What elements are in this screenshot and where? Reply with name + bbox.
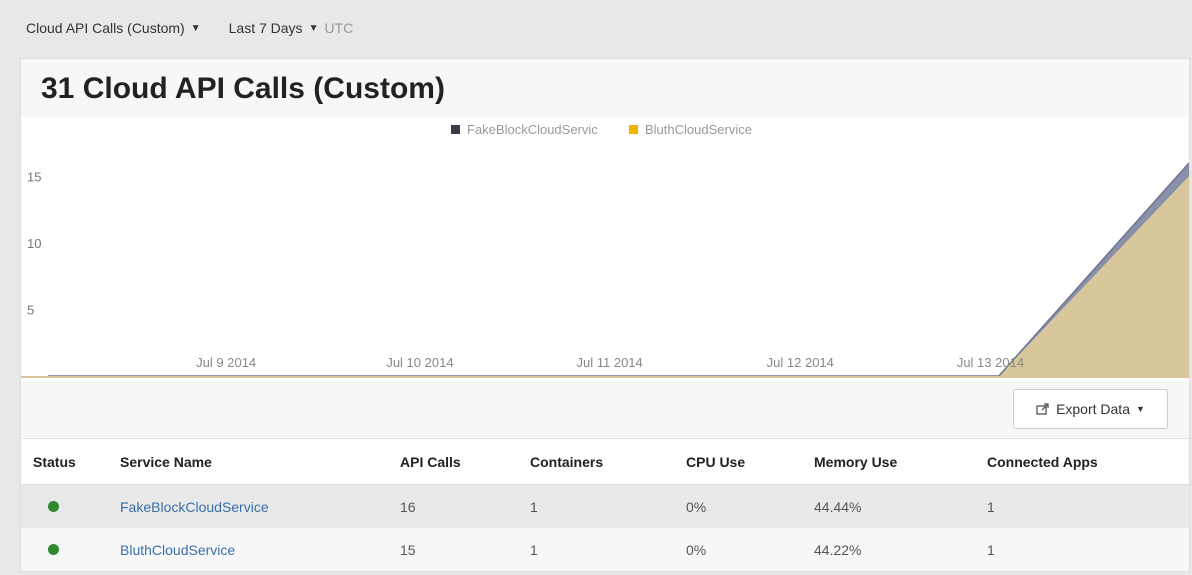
connected-apps-cell: 1 (987, 484, 1189, 528)
containers-cell: 1 (530, 528, 686, 571)
containers-cell: 1 (530, 484, 686, 528)
y-tick-label: 5 (27, 302, 34, 317)
legend-label: FakeBlockCloudServic (467, 122, 598, 137)
table-toolbar: Export Data ▼ (21, 381, 1189, 439)
table-header-row: Status Service Name API Calls Containers… (21, 439, 1189, 485)
memory-use-cell: 44.22% (814, 528, 987, 571)
range-dropdown[interactable]: Last 7 Days ▼ (229, 20, 319, 36)
chart-svg: 5 10 15 Jul 9 2014 Jul 10 2014 Jul 11 2014 Jul… (21, 122, 1189, 378)
col-header-service-name[interactable]: Service Name (120, 439, 400, 485)
area-series-bluthcloudservice (48, 176, 1189, 376)
api-calls-cell: 16 (400, 484, 530, 528)
connected-apps-cell: 1 (987, 528, 1189, 571)
col-header-cpu-use[interactable]: CPU Use (686, 439, 814, 485)
export-data-button[interactable]: Export Data ▼ (1013, 389, 1168, 429)
x-tick-label: Jul 10 2014 (386, 355, 453, 370)
filter-bar: Cloud API Calls (Custom) ▼ Last 7 Days ▼… (26, 20, 353, 36)
range-dropdown-label: Last 7 Days (228, 20, 303, 36)
status-dot-icon (48, 500, 59, 512)
caret-down-icon: ▼ (190, 22, 201, 34)
table-row: BluthCloudService 15 1 0% 44.22% 1 (21, 528, 1189, 571)
caret-down-icon: ▼ (1136, 404, 1145, 414)
caret-down-icon: ▼ (308, 22, 319, 34)
service-name-link[interactable]: FakeBlockCloudService (120, 499, 269, 515)
col-header-status[interactable]: Status (21, 439, 120, 485)
legend-label: BluthCloudService (645, 122, 752, 137)
table-row: FakeBlockCloudService 16 1 0% 44.44% 1 (21, 484, 1189, 528)
export-icon (1036, 403, 1049, 415)
export-data-label: Export Data (1056, 401, 1130, 417)
x-tick-label: Jul 11 2014 (577, 355, 643, 370)
x-tick-label: Jul 9 2014 (196, 355, 256, 370)
status-dot-icon (48, 543, 59, 555)
cpu-use-cell: 0% (686, 484, 814, 528)
service-name-link[interactable]: BluthCloudService (120, 542, 235, 558)
metric-dropdown-label: Cloud API Calls (Custom) (26, 20, 185, 36)
col-header-api-calls[interactable]: API Calls (400, 439, 530, 485)
cpu-use-cell: 0% (686, 528, 814, 571)
area-series-fakeblockcloudservice (48, 162, 1189, 376)
y-tick-label: 10 (27, 236, 41, 251)
col-header-connected-apps[interactable]: Connected Apps (987, 439, 1189, 485)
metrics-panel: 31 Cloud API Calls (Custom) 5 10 15 Jul 9 2… (20, 58, 1190, 572)
col-header-memory-use[interactable]: Memory Use (814, 439, 987, 485)
services-table: Status Service Name API Calls Containers… (21, 439, 1189, 571)
x-tick-label: Jul 13 2014 (957, 355, 1024, 370)
x-tick-label: Jul 12 2014 (767, 355, 834, 370)
line-series-fakeblockcloudservice (48, 162, 1189, 377)
timezone-label: UTC (324, 20, 354, 36)
legend-swatch (629, 125, 638, 134)
area-chart: 5 10 15 Jul 9 2014 Jul 10 2014 Jul 11 2014 Jul… (21, 117, 1189, 381)
panel-title: 31 Cloud API Calls (Custom) (41, 72, 445, 105)
legend-swatch (451, 125, 460, 134)
y-tick-label: 15 (27, 169, 41, 184)
memory-use-cell: 44.44% (814, 484, 987, 528)
col-header-containers[interactable]: Containers (530, 439, 686, 485)
api-calls-cell: 15 (400, 528, 530, 571)
metric-dropdown[interactable]: Cloud API Calls (Custom) ▼ (26, 20, 201, 36)
